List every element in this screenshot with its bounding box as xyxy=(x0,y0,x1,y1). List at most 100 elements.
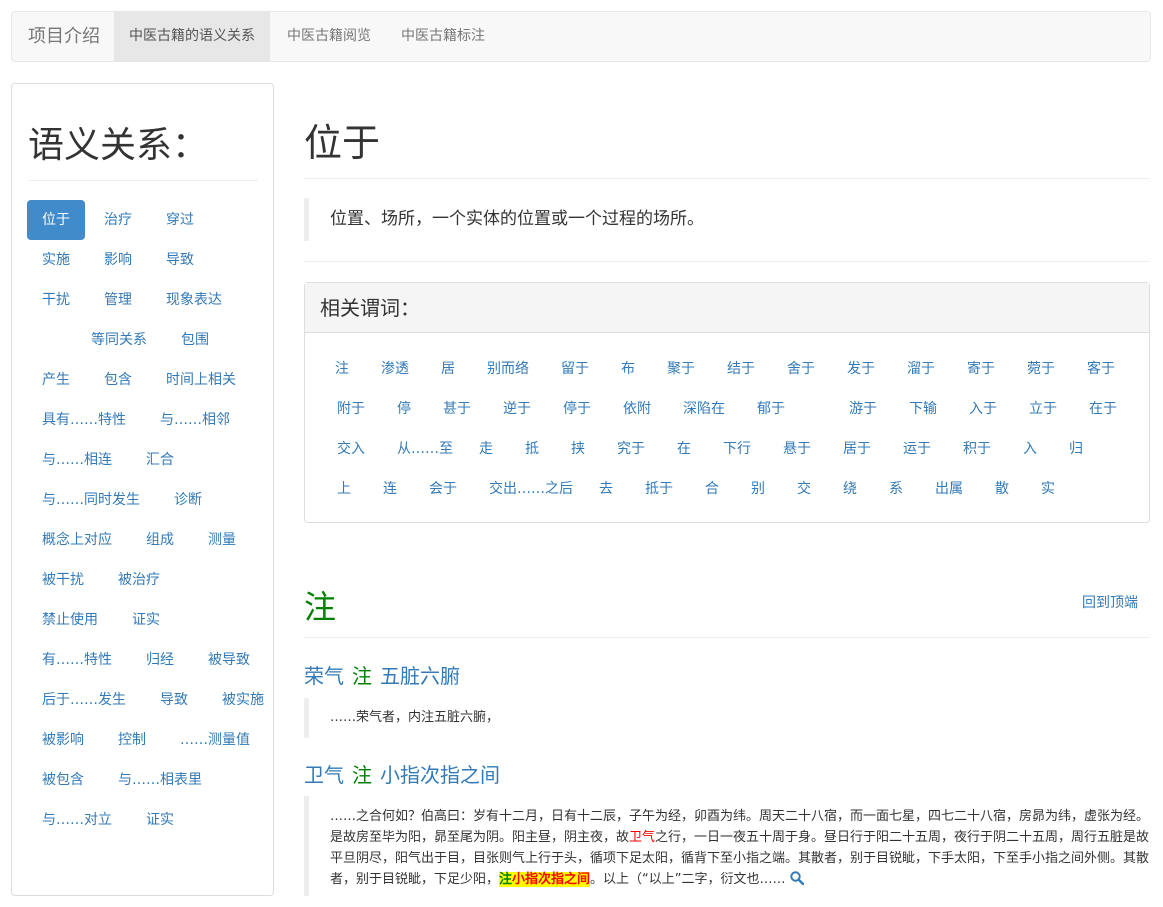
related-predicate[interactable]: 立于 xyxy=(1029,399,1057,419)
relation-pill[interactable]: 被导致 xyxy=(193,640,265,680)
related-predicate[interactable]: 入于 xyxy=(969,399,997,419)
related-predicate[interactable]: 居 xyxy=(441,359,455,379)
head-entity[interactable]: 荣气 xyxy=(304,664,344,688)
related-predicate[interactable]: 抵 xyxy=(525,439,539,459)
relation-pill[interactable]: 组成 xyxy=(131,520,189,560)
related-predicate[interactable]: 合 xyxy=(705,479,719,499)
related-predicate[interactable]: 布 xyxy=(621,359,635,379)
relation-pill[interactable]: 等同关系 xyxy=(76,320,162,360)
relation-pill[interactable]: 影响 xyxy=(89,240,147,280)
related-predicate[interactable]: 出属 xyxy=(935,479,963,499)
relation-pill[interactable]: 概念上对应 xyxy=(27,520,127,560)
related-predicate[interactable]: 在于 xyxy=(1089,399,1117,419)
related-predicate[interactable]: 附于 xyxy=(337,399,365,419)
related-predicate[interactable]: 入 xyxy=(1023,439,1037,459)
relation-pill[interactable]: 有……特性 xyxy=(27,640,127,680)
relation-pill[interactable]: 禁止使用 xyxy=(27,600,113,640)
related-predicate[interactable]: 实 xyxy=(1041,479,1055,499)
relation-pill[interactable]: 现象表达 xyxy=(151,280,237,320)
relation-pill[interactable]: 导致 xyxy=(145,680,203,720)
related-predicate[interactable]: 发于 xyxy=(847,359,875,379)
relation-pill[interactable]: 证实 xyxy=(117,600,175,640)
related-predicate[interactable]: 在 xyxy=(677,439,691,459)
related-predicate[interactable]: 绕 xyxy=(843,479,857,499)
relation-pill[interactable]: 治疗 xyxy=(89,200,147,240)
relation-pill[interactable]: 包围 xyxy=(166,320,224,360)
related-predicate[interactable]: 溜于 xyxy=(907,359,935,379)
tab-reading[interactable]: 中医古籍阅览 xyxy=(274,12,384,61)
relation-pill[interactable]: 与……相表里 xyxy=(103,760,217,800)
tab-annotation[interactable]: 中医古籍标注 xyxy=(388,12,498,61)
relation-pill[interactable]: 与……对立 xyxy=(27,800,127,840)
relation-pill[interactable]: 干扰 xyxy=(27,280,85,320)
related-predicate[interactable]: 运于 xyxy=(903,439,931,459)
relation-pill[interactable]: 被干扰 xyxy=(27,560,99,600)
relation-pill[interactable]: 实施 xyxy=(27,240,85,280)
relation-pill[interactable]: 归经 xyxy=(131,640,189,680)
related-predicate[interactable]: 悬于 xyxy=(783,439,811,459)
relation-pill[interactable]: 汇合 xyxy=(131,440,189,480)
head-entity[interactable]: 卫气 xyxy=(304,763,344,787)
relation-pill[interactable]: 后于……发生 xyxy=(27,680,141,720)
related-predicate[interactable]: 寄于 xyxy=(967,359,995,379)
related-predicate[interactable]: 会于 xyxy=(429,479,457,499)
related-predicate[interactable]: 聚于 xyxy=(667,359,695,379)
relation-pill[interactable]: 证实 xyxy=(131,800,189,840)
related-predicate[interactable]: 抵于 xyxy=(645,479,673,499)
related-predicate[interactable]: 究于 xyxy=(617,439,645,459)
related-predicate[interactable]: 舍于 xyxy=(787,359,815,379)
back-to-top-link[interactable]: 回到顶端 xyxy=(1082,592,1138,612)
tab-semantic-relations[interactable]: 中医古籍的语义关系 xyxy=(114,12,270,61)
related-predicate[interactable]: 交 xyxy=(797,479,811,499)
relation-pill[interactable]: 位于 xyxy=(27,200,85,240)
relation-pill[interactable]: 被治疗 xyxy=(103,560,175,600)
related-predicate[interactable]: 逆于 xyxy=(503,399,531,419)
related-predicate[interactable]: 客于 xyxy=(1087,359,1115,379)
related-predicate[interactable]: 停 xyxy=(397,399,411,419)
related-predicate[interactable]: 注 xyxy=(335,359,349,379)
relation-pill[interactable]: 导致 xyxy=(151,240,209,280)
related-predicate[interactable]: 连 xyxy=(383,479,397,499)
related-predicate[interactable]: 郁于 xyxy=(757,399,785,419)
relation-pill[interactable]: ……测量值 xyxy=(165,720,265,760)
related-predicate[interactable]: 游于 xyxy=(849,399,877,419)
relation-pill[interactable]: 被实施 xyxy=(207,680,279,720)
magnifier-icon[interactable] xyxy=(789,871,804,892)
related-predicate[interactable]: 别 xyxy=(751,479,765,499)
relation-pill[interactable]: 包含 xyxy=(89,360,147,400)
related-predicate[interactable]: 上 xyxy=(337,479,351,499)
related-predicate[interactable]: 从……至 xyxy=(397,439,453,459)
related-predicate[interactable]: 菀于 xyxy=(1027,359,1055,379)
relation-pill[interactable]: 控制 xyxy=(103,720,161,760)
relation-pill[interactable]: 与……相邻 xyxy=(145,400,245,440)
relation-pill[interactable]: 与……相连 xyxy=(27,440,127,480)
related-predicate[interactable]: 系 xyxy=(889,479,903,499)
related-predicate[interactable]: 结于 xyxy=(727,359,755,379)
tail-entity[interactable]: 小指次指之间 xyxy=(380,763,500,787)
tail-entity[interactable]: 五脏六腑 xyxy=(380,664,460,688)
relation-pill[interactable]: 穿过 xyxy=(151,200,209,240)
relation-pill[interactable]: 具有……特性 xyxy=(27,400,141,440)
relation-pill[interactable]: 被影响 xyxy=(27,720,99,760)
relation-pill[interactable]: 产生 xyxy=(27,360,85,400)
related-predicate[interactable]: 下输 xyxy=(909,399,937,419)
relation-pill[interactable]: 诊断 xyxy=(159,480,217,520)
related-predicate[interactable]: 留于 xyxy=(561,359,589,379)
relation-pill[interactable]: 测量 xyxy=(193,520,251,560)
related-predicate[interactable]: 归 xyxy=(1069,439,1083,459)
relation-pill[interactable]: 与……同时发生 xyxy=(27,480,155,520)
navbar-brand[interactable]: 项目介绍 xyxy=(28,12,100,61)
related-predicate[interactable]: 停于 xyxy=(563,399,591,419)
related-predicate[interactable]: 散 xyxy=(995,479,1009,499)
related-predicate[interactable]: 交入 xyxy=(337,439,365,459)
related-predicate[interactable]: 下行 xyxy=(723,439,751,459)
related-predicate[interactable]: 甚于 xyxy=(443,399,471,419)
relation-pill[interactable]: 管理 xyxy=(89,280,147,320)
related-predicate[interactable]: 交出……之后 xyxy=(489,479,573,499)
related-predicate[interactable]: 深陷在 xyxy=(683,399,725,419)
relation-pill[interactable]: 被包含 xyxy=(27,760,99,800)
related-predicate[interactable]: 积于 xyxy=(963,439,991,459)
relation-pill[interactable] xyxy=(27,840,57,880)
related-predicate[interactable]: 挟 xyxy=(571,439,585,459)
related-predicate[interactable]: 去 xyxy=(599,479,613,499)
